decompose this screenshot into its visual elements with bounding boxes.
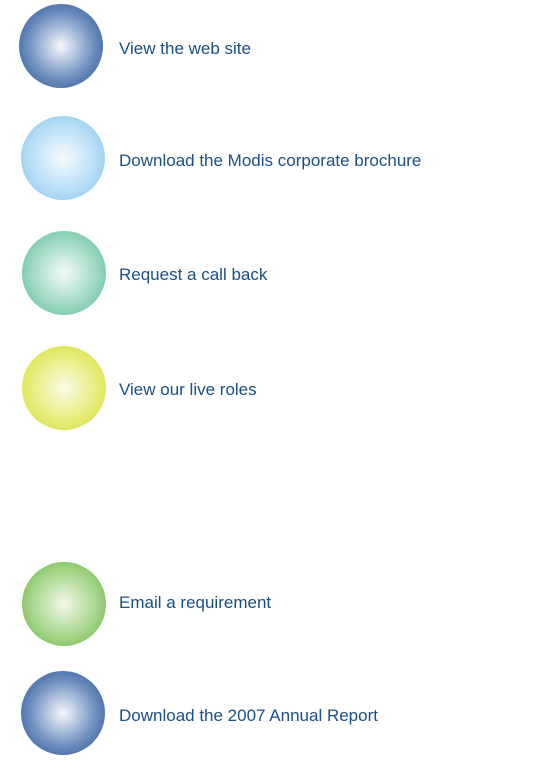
view-website-label: View the web site — [119, 39, 251, 58]
navy-sphere-icon — [21, 671, 105, 755]
light-blue-sphere-icon — [21, 116, 105, 200]
request-call-back-label: Request a call back — [119, 265, 268, 284]
link-menu: View the web site Download the Modis cor… — [0, 0, 545, 781]
view-live-roles-label: View our live roles — [119, 380, 257, 399]
request-call-back-link[interactable]: Request a call back — [0, 231, 545, 321]
teal-sphere-icon — [22, 231, 106, 315]
email-requirement-link[interactable]: Email a requirement — [0, 562, 545, 652]
download-brochure-label: Download the Modis corporate brochure — [119, 151, 422, 170]
download-annual-report-link[interactable]: Download the 2007 Annual Report — [0, 671, 545, 761]
download-brochure-link[interactable]: Download the Modis corporate brochure — [0, 116, 545, 206]
view-website-link[interactable]: View the web site — [0, 4, 545, 94]
download-annual-report-label: Download the 2007 Annual Report — [119, 706, 378, 725]
view-live-roles-link[interactable]: View our live roles — [0, 346, 545, 436]
yellow-sphere-icon — [22, 346, 106, 430]
email-requirement-label: Email a requirement — [119, 593, 272, 612]
green-sphere-icon — [22, 562, 106, 646]
navy-sphere-icon — [19, 4, 103, 88]
